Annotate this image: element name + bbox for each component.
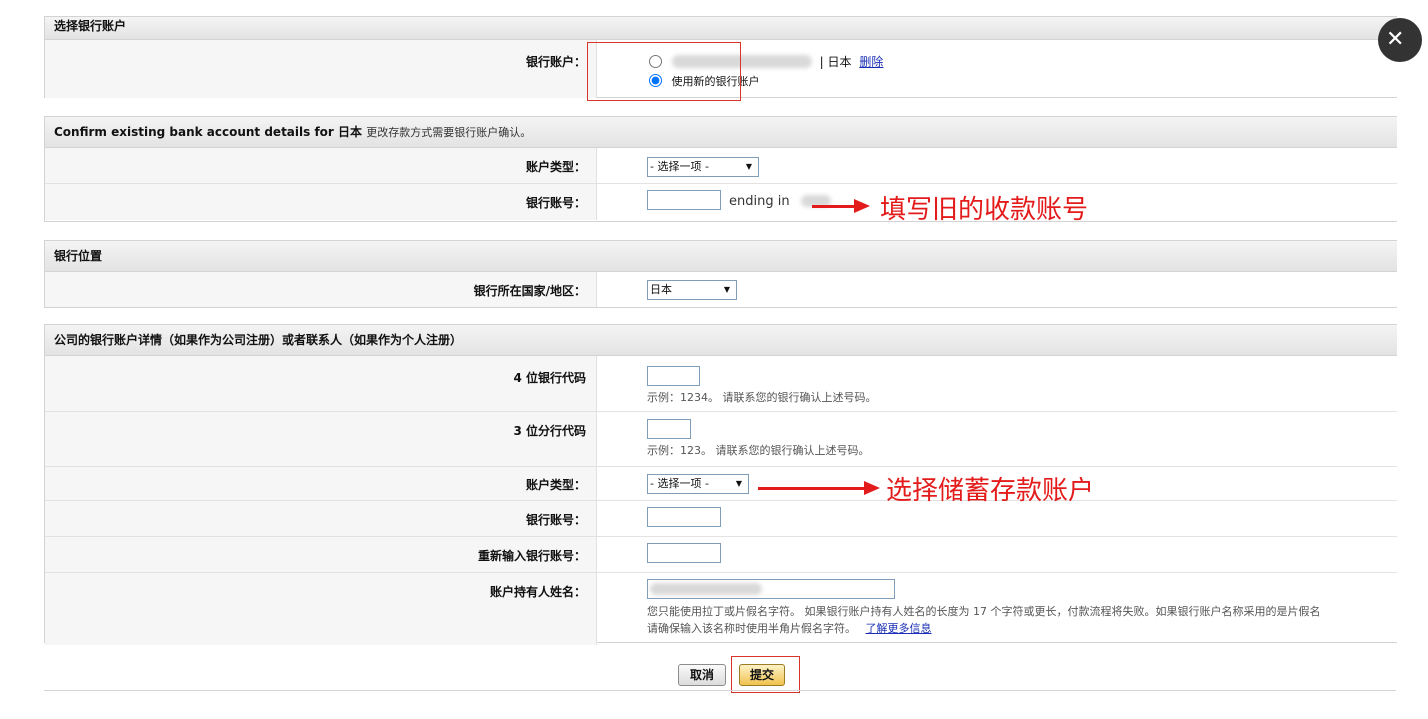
details-account-type-label: 账户类型： <box>525 478 586 492</box>
bank-country-row: 银行所在国家/地区： 日本 ▼ <box>45 272 1397 307</box>
account-type-select[interactable]: - 选择一项 - ▼ <box>647 157 759 177</box>
account-holder-input[interactable] <box>647 579 895 599</box>
branch-code-label: 3 位分行代码 <box>513 424 586 438</box>
section-title: 公司的银行账户详情（如果作为公司注册）或者联系人（如果作为个人注册） <box>45 325 1397 356</box>
highlight-new-account <box>587 42 741 101</box>
close-icon[interactable]: ✕ <box>1378 18 1422 62</box>
account-number-row: 银行账号： ending in <box>45 183 1397 220</box>
section-title: 银行位置 <box>45 241 1397 272</box>
learn-more-link[interactable]: 了解更多信息 <box>866 622 932 635</box>
bank-code-input[interactable] <box>647 366 700 386</box>
details-account-number-input[interactable] <box>647 507 721 527</box>
section-title: Confirm existing bank account details fo… <box>45 117 1397 148</box>
section-title: 选择银行账户 <box>45 17 1397 40</box>
reenter-account-number-row: 重新输入银行账号： <box>45 536 1397 572</box>
bank-location-section: 银行位置 银行所在国家/地区： 日本 ▼ <box>44 240 1397 308</box>
branch-code-row: 3 位分行代码 示例：123。 请联系您的银行确认上述号码。 <box>45 411 1397 466</box>
account-holder-row: 账户持有人姓名： 您只能使用拉丁或片假名字符。 如果银行账户持有人姓名的长度为 … <box>45 572 1397 645</box>
account-number-input[interactable] <box>647 190 721 210</box>
account-type-label: 账户类型： <box>525 160 586 174</box>
confirm-existing-account-section: Confirm existing bank account details fo… <box>44 116 1397 222</box>
account-type-row: 账户类型： - 选择一项 - ▼ <box>45 148 1397 183</box>
bank-code-help: 示例：1234。 请联系您的银行确认上述号码。 <box>647 391 877 404</box>
highlight-submit <box>731 656 800 693</box>
chevron-down-icon: ▼ <box>745 162 752 171</box>
confirm-title: Confirm existing bank account details fo… <box>54 125 363 139</box>
details-account-number-row: 银行账号： <box>45 500 1397 536</box>
annotation-old-account: 填写旧的收款账号 <box>880 195 1089 225</box>
details-account-type-row: 账户类型： - 选择一项 - ▼ <box>45 466 1397 500</box>
details-account-number-label: 银行账号： <box>525 513 586 527</box>
reenter-account-number-label: 重新输入银行账号： <box>477 549 586 563</box>
bank-account-details-section: 公司的银行账户详情（如果作为公司注册）或者联系人（如果作为个人注册） 4 位银行… <box>44 324 1397 645</box>
bank-country-label: 银行所在国家/地区： <box>473 284 586 298</box>
existing-account-country: | 日本 <box>819 55 852 69</box>
bottom-divider <box>44 690 1396 691</box>
reenter-account-number-input[interactable] <box>647 543 721 563</box>
account-holder-label: 账户持有人姓名： <box>489 585 586 599</box>
account-holder-help: 您只能使用拉丁或片假名字符。 如果银行账户持有人姓名的长度为 17 个字符或更长… <box>647 605 1321 635</box>
cancel-button[interactable]: 取消 <box>678 664 726 686</box>
ending-in-text: ending in <box>729 194 790 209</box>
annotation-arrow-old-account <box>812 199 870 213</box>
chevron-down-icon: ▼ <box>735 479 742 488</box>
bank-country-select[interactable]: 日本 ▼ <box>647 280 737 300</box>
bank-code-row: 4 位银行代码 示例：1234。 请联系您的银行确认上述号码。 <box>45 356 1397 411</box>
masked-holder-name <box>650 583 762 595</box>
annotation-savings-account: 选择储蓄存款账户 <box>886 476 1095 506</box>
bank-code-label: 4 位银行代码 <box>513 371 586 385</box>
branch-code-help: 示例：123。 请联系您的银行确认上述号码。 <box>647 444 870 457</box>
account-number-label: 银行账号： <box>525 196 586 210</box>
bank-account-label: 银行账户： <box>525 55 586 69</box>
chevron-down-icon: ▼ <box>723 285 730 294</box>
delete-account-link[interactable]: 删除 <box>859 55 883 69</box>
details-account-type-select[interactable]: - 选择一项 - ▼ <box>647 474 749 494</box>
annotation-arrow-savings <box>758 481 880 495</box>
confirm-hint: 更改存款方式需要银行账户确认。 <box>366 126 532 139</box>
branch-code-input[interactable] <box>647 419 691 439</box>
